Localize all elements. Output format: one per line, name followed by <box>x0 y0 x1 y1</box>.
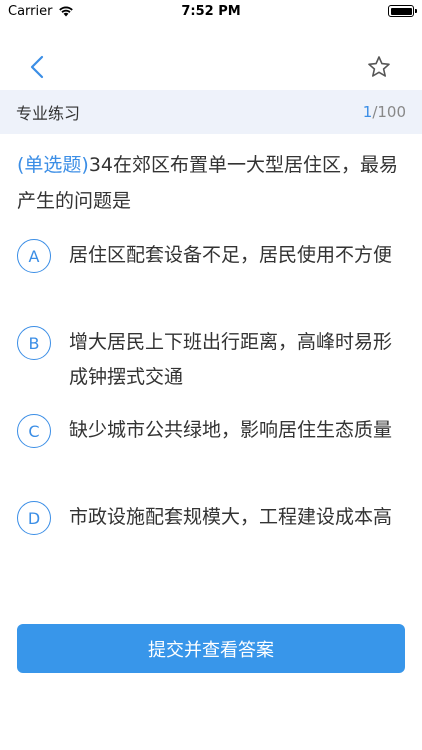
battery-level <box>390 7 412 15</box>
progress-total: /100 <box>372 103 406 121</box>
question-text: (单选题)34在郊区布置单一大型居住区，最易产生的问题是 <box>17 147 407 219</box>
option-b-letter: B <box>17 326 51 360</box>
option-d-text: 市政设施配套规模大，工程建设成本高 <box>69 506 393 528</box>
battery-icon <box>388 5 417 17</box>
option-c-letter: C <box>17 414 51 448</box>
progress-current: 1 <box>362 103 373 121</box>
wifi-icon <box>58 5 74 17</box>
status-time: 7:52 PM <box>181 3 241 19</box>
option-b[interactable]: B 增大居民上下班出行距离，高峰时易形成钟摆式交通 <box>17 325 409 395</box>
chevron-left-icon <box>30 55 44 79</box>
question-type-label: (单选题) <box>17 154 89 176</box>
section-header: 专业练习 1/100 <box>0 90 422 134</box>
option-a[interactable]: A 居住区配套设备不足，居民使用不方便 <box>17 238 409 273</box>
option-c-text: 缺少城市公共绿地，影响居住生态质量 <box>69 419 393 441</box>
back-button[interactable] <box>22 52 52 82</box>
option-d-letter: D <box>17 501 51 535</box>
carrier-label: Carrier <box>8 3 53 19</box>
option-a-letter: A <box>17 239 51 273</box>
option-a-text: 居住区配套设备不足，居民使用不方便 <box>69 244 393 266</box>
star-icon <box>368 56 390 77</box>
submit-answer-button[interactable]: 提交并查看答案 <box>17 624 405 673</box>
status-left: Carrier <box>8 4 74 19</box>
section-title: 专业练习 <box>16 104 81 123</box>
option-b-text: 增大居民上下班出行距离，高峰时易形成钟摆式交通 <box>69 331 393 388</box>
nav-bar <box>0 22 422 90</box>
option-c[interactable]: C 缺少城市公共绿地，影响居住生态质量 <box>17 413 409 448</box>
favorite-button[interactable] <box>364 52 394 82</box>
option-d[interactable]: D 市政设施配套规模大，工程建设成本高 <box>17 500 409 535</box>
status-bar: Carrier 7:52 PM <box>0 0 422 22</box>
progress-counter: 1/100 <box>363 103 406 121</box>
